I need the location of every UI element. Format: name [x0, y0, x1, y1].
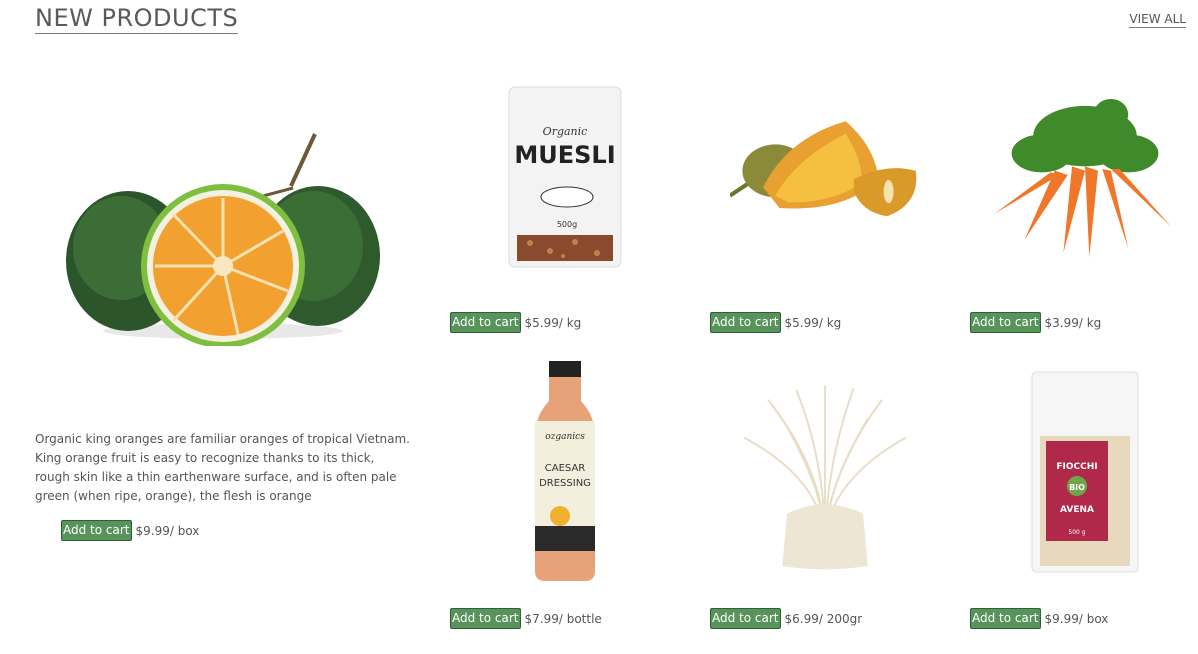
price-label: $3.99/ kg [1044, 315, 1102, 330]
buy-row: Add to cart $6.99/ 200gr [710, 608, 862, 629]
price-label: $5.99/ kg [784, 315, 842, 330]
dressing-line1-text: CAESAR [545, 463, 586, 474]
add-to-cart-button[interactable]: Add to cart [710, 608, 781, 629]
featured-description: Organic king oranges are familiar orange… [35, 432, 410, 503]
product-card-muesli: Organic MUESLI 500g Add to cart $5.99/ k… [450, 70, 680, 333]
carrots-image[interactable] [990, 70, 1180, 280]
buy-row: Add to cart $3.99/ kg [970, 312, 1101, 333]
muesli-image[interactable]: Organic MUESLI 500g [470, 70, 660, 280]
product-card-oat-flakes: FIOCCHI BIO AVENA 500 g Add to cart $9.9… [970, 366, 1198, 629]
buy-row: Add to cart $7.99/ bottle [450, 608, 602, 629]
oat-flakes-image[interactable]: FIOCCHI BIO AVENA 500 g [990, 366, 1180, 576]
add-to-cart-button[interactable]: Add to cart [970, 312, 1041, 333]
buy-row: Add to cart $9.99/ box [970, 608, 1108, 629]
add-to-cart-button[interactable]: Add to cart [970, 608, 1041, 629]
product-card-caesar-dressing: ozganics CAESAR DRESSING Add to cart $7.… [450, 361, 680, 629]
oats-weight-text: 500 g [1068, 529, 1085, 536]
featured-buy-row: Add to cart $9.99/ box [61, 520, 199, 541]
product-card-carrots: Add to cart $3.99/ kg [970, 70, 1198, 333]
product-card-enoki-mushroom: Add to cart $6.99/ 200gr [710, 366, 940, 629]
oats-line2-text: BIO [1069, 483, 1085, 492]
caesar-dressing-image[interactable]: ozganics CAESAR DRESSING [470, 361, 660, 581]
oats-line3-text: AVENA [1060, 505, 1094, 515]
product-card-jackfruit: Add to cart $5.99/ kg [710, 70, 940, 333]
add-to-cart-button[interactable]: Add to cart [61, 520, 132, 541]
price-label: $9.99/ box [1044, 611, 1109, 626]
muesli-weight-text: 500g [557, 220, 577, 229]
featured-product: Organic king oranges are familiar orange… [35, 60, 410, 580]
view-all-link[interactable]: VIEW ALL [1129, 12, 1186, 28]
section-title: NEW PRODUCTS [35, 4, 239, 34]
muesli-brand-text: Organic [543, 125, 588, 138]
king-orange-image[interactable] [63, 126, 383, 346]
enoki-mushroom-image[interactable] [730, 366, 920, 576]
price-label: $9.99/ box [135, 523, 200, 538]
muesli-name-text: MUESLI [514, 141, 615, 169]
price-label: $6.99/ 200gr [784, 611, 863, 626]
price-label: $7.99/ bottle [524, 611, 602, 626]
buy-row: Add to cart $5.99/ kg [450, 312, 581, 333]
jackfruit-image[interactable] [730, 70, 920, 280]
dressing-brand-text: ozganics [545, 432, 585, 442]
add-to-cart-button[interactable]: Add to cart [710, 312, 781, 333]
buy-row: Add to cart $5.99/ kg [710, 312, 841, 333]
add-to-cart-button[interactable]: Add to cart [450, 312, 521, 333]
oats-line1-text: FIOCCHI [1056, 462, 1097, 472]
price-label: $5.99/ kg [524, 315, 582, 330]
dressing-line2-text: DRESSING [539, 478, 591, 489]
add-to-cart-button[interactable]: Add to cart [450, 608, 521, 629]
